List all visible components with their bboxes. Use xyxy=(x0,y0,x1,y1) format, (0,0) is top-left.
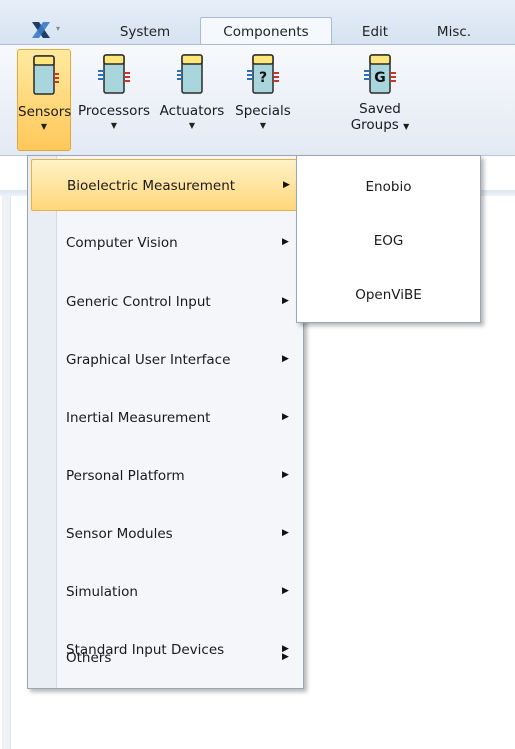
submenu-arrow-icon: ▶ xyxy=(282,296,289,306)
groups-label: Groups xyxy=(350,117,399,133)
saved-label: Saved xyxy=(359,101,401,117)
ribbon-panel: Sensors ▼ Processors ▼ Actuators ▼ ? Spe… xyxy=(0,44,515,156)
submenu-arrow-icon: ▶ xyxy=(282,412,289,422)
processors-button[interactable]: Processors ▼ xyxy=(76,49,152,151)
chevron-down-icon: ▼ xyxy=(403,122,410,131)
menu-item-personal-platform[interactable]: Personal Platform ▶ xyxy=(31,450,299,502)
menu-item-label: Others xyxy=(66,650,112,666)
sensors-button[interactable]: Sensors ▼ xyxy=(17,49,71,151)
menu-item-label: Generic Control Input xyxy=(66,294,211,310)
actuators-label: Actuators xyxy=(159,103,225,119)
menu-item-bioelectric-measurement[interactable]: Bioelectric Measurement ▶ xyxy=(31,159,299,211)
submenu-arrow-icon: ▶ xyxy=(282,354,289,364)
menu-item-sensor-modules[interactable]: Sensor Modules ▶ xyxy=(31,508,299,560)
svg-text:G: G xyxy=(374,70,386,86)
submenu-arrow-icon: ▶ xyxy=(282,528,289,538)
submenu-item-eog[interactable]: EOG xyxy=(297,215,480,267)
submenu-arrow-icon: ▶ xyxy=(282,586,289,596)
special-component-icon: ? xyxy=(247,54,279,94)
bioelectric-submenu: Enobio EOG OpenViBE xyxy=(296,155,481,323)
submenu-arrow-icon: ▶ xyxy=(282,470,289,480)
processors-label: Processors xyxy=(77,103,151,119)
submenu-arrow-icon: ▶ xyxy=(283,180,290,190)
menu-item-label: Computer Vision xyxy=(66,235,178,251)
menu-item-graphical-user-interface[interactable]: Graphical User Interface ▶ xyxy=(31,334,299,386)
menu-item-computer-vision[interactable]: Computer Vision ▶ xyxy=(31,217,299,269)
specials-label: Specials xyxy=(235,103,291,119)
menu-item-inertial-measurement[interactable]: Inertial Measurement ▶ xyxy=(31,392,299,444)
ribbon-tab-bar: ▾ System Components Edit Misc. xyxy=(0,0,515,46)
chevron-down-icon: ▼ xyxy=(259,121,267,130)
menu-item-label: Inertial Measurement xyxy=(66,410,211,426)
menu-item-simulation[interactable]: Simulation ▶ xyxy=(31,566,299,618)
actuators-button[interactable]: Actuators ▼ xyxy=(156,49,228,151)
specials-button[interactable]: ? Specials ▼ xyxy=(231,49,295,151)
actuator-component-icon xyxy=(177,54,203,94)
menu-item-label: Simulation xyxy=(66,584,138,600)
groups-label-row: Groups ▼ xyxy=(300,117,460,135)
workspace-left-border xyxy=(2,196,11,749)
submenu-arrow-icon: ▶ xyxy=(282,652,289,662)
tab-edit[interactable]: Edit xyxy=(346,20,404,44)
app-logo-icon xyxy=(32,22,50,38)
chevron-down-icon: ▾ xyxy=(56,24,61,33)
processor-component-icon xyxy=(98,54,130,94)
menu-item-others-row[interactable]: Others ▶ xyxy=(31,632,299,684)
chevron-down-icon: ▼ xyxy=(40,122,48,131)
menu-item-generic-control-input[interactable]: Generic Control Input ▶ xyxy=(31,276,299,328)
menu-item-label: Personal Platform xyxy=(66,468,185,484)
menu-item-label: Graphical User Interface xyxy=(66,352,231,368)
submenu-arrow-icon: ▶ xyxy=(282,237,289,247)
submenu-item-enobio[interactable]: Enobio xyxy=(297,161,480,213)
saved-groups-icon: G xyxy=(364,54,396,94)
sensor-component-icon xyxy=(33,55,59,95)
submenu-item-openvibe[interactable]: OpenViBE xyxy=(297,269,480,321)
tab-components[interactable]: Components xyxy=(200,17,332,46)
menu-item-label: Sensor Modules xyxy=(66,526,173,542)
tab-misc[interactable]: Misc. xyxy=(416,20,492,44)
sensors-menu: Bioelectric Measurement ▶ Computer Visio… xyxy=(27,155,304,689)
chevron-down-icon: ▼ xyxy=(188,121,196,130)
menu-item-label: Bioelectric Measurement xyxy=(67,178,236,194)
sensors-label: Sensors xyxy=(18,104,72,120)
svg-text:?: ? xyxy=(259,70,267,86)
tab-system[interactable]: System xyxy=(106,20,184,44)
chevron-down-icon: ▼ xyxy=(110,121,118,130)
saved-groups-button[interactable]: G Saved Groups ▼ xyxy=(300,49,460,151)
app-menu-button[interactable]: ▾ xyxy=(16,16,72,44)
